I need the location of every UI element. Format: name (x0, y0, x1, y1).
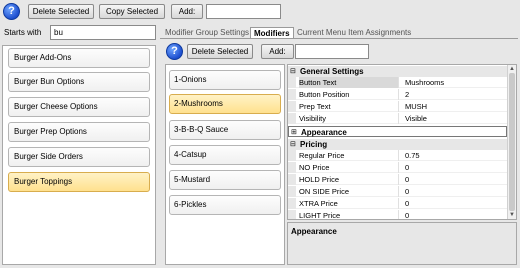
property-value[interactable]: Visible (405, 113, 505, 124)
property-row[interactable]: HOLD Price 0 (288, 174, 507, 185)
row-gutter (288, 101, 296, 112)
add-modifier-button[interactable]: Add: (261, 44, 294, 59)
group-item[interactable]: Burger Add-Ons (8, 48, 150, 68)
collapse-icon[interactable]: ⊟ (290, 66, 296, 77)
category-appearance[interactable]: ⊞ Appearance (288, 126, 507, 137)
property-value[interactable]: MUSH (405, 101, 505, 112)
modifier-item[interactable]: 1-Onions (169, 70, 281, 90)
starts-with-label: Starts with (4, 28, 42, 37)
row-gutter (288, 113, 296, 124)
row-gutter (288, 150, 296, 161)
row-gutter (288, 186, 296, 197)
property-row[interactable]: ON SIDE Price 0 (288, 186, 507, 197)
category-pricing[interactable]: ⊟ Pricing (288, 139, 507, 150)
property-row[interactable]: Button Position 2 (288, 89, 507, 100)
expand-icon[interactable]: ⊞ (291, 127, 297, 138)
group-item[interactable]: Burger Side Orders (8, 147, 150, 167)
help-icon[interactable]: ? (3, 3, 20, 20)
property-name: Prep Text (299, 101, 399, 112)
category-general-settings[interactable]: ⊟ General Settings (288, 66, 507, 77)
group-item[interactable]: Burger Cheese Options (8, 97, 150, 117)
delete-selected-modifier-button[interactable]: Delete Selected (187, 44, 253, 59)
modifier-item[interactable]: 2-Mushrooms (169, 94, 281, 114)
scroll-thumb[interactable] (509, 73, 515, 211)
modifier-item[interactable]: 3-B-B-Q Sauce (169, 120, 281, 140)
property-name: Regular Price (299, 150, 399, 161)
modifier-item[interactable]: 5-Mustard (169, 170, 281, 190)
property-name: ON SIDE Price (299, 186, 399, 197)
group-item[interactable]: Burger Toppings (8, 172, 150, 192)
modifier-list: 1-Onions 2-Mushrooms 3-B-B-Q Sauce 4-Cat… (165, 64, 285, 265)
category-label: General Settings (300, 67, 364, 76)
delete-selected-button[interactable]: Delete Selected (28, 4, 94, 19)
property-row[interactable]: NO Price 0 (288, 162, 507, 173)
property-description-panel: Appearance (287, 222, 517, 265)
property-name: LIGHT Price (299, 210, 399, 219)
property-row[interactable]: Visibility Visible (288, 113, 507, 124)
scroll-down-icon[interactable]: ▼ (508, 211, 516, 219)
add-modifier-input[interactable] (295, 44, 369, 59)
property-value[interactable]: 0 (405, 174, 505, 185)
row-gutter (288, 77, 296, 88)
modifier-group-list: Burger Add-Ons Burger Bun Options Burger… (2, 45, 156, 265)
add-group-input[interactable] (206, 4, 281, 19)
row-gutter (288, 174, 296, 185)
tab-strip-divider (160, 38, 518, 39)
property-value[interactable]: 0 (405, 162, 505, 173)
group-item[interactable]: Burger Prep Options (8, 122, 150, 142)
collapse-icon[interactable]: ⊟ (290, 139, 296, 150)
modifier-item[interactable]: 6-Pickles (169, 195, 281, 215)
scroll-up-icon[interactable]: ▲ (508, 65, 516, 73)
property-value[interactable]: 0 (405, 186, 505, 197)
row-gutter (288, 89, 296, 100)
property-row[interactable]: Regular Price 0.75 (288, 150, 507, 161)
row-gutter (288, 198, 296, 209)
property-row[interactable]: Button Text Mushrooms (288, 77, 507, 88)
property-value[interactable]: 0 (405, 198, 505, 209)
help-icon[interactable]: ? (166, 43, 183, 60)
property-value[interactable]: 0.75 (405, 150, 505, 161)
property-row[interactable]: Prep Text MUSH (288, 101, 507, 112)
description-title: Appearance (291, 227, 337, 236)
property-name: NO Price (299, 162, 399, 173)
starts-with-input[interactable] (50, 25, 156, 40)
property-value[interactable]: 0 (405, 210, 505, 219)
property-name: HOLD Price (299, 174, 399, 185)
property-value[interactable]: 2 (405, 89, 505, 100)
property-grid: ⊟ General Settings Button Text Mushrooms… (287, 64, 517, 220)
property-name: Visibility (299, 113, 399, 124)
property-name: Button Position (299, 89, 399, 100)
group-item[interactable]: Burger Bun Options (8, 72, 150, 92)
property-row[interactable]: LIGHT Price 0 (288, 210, 507, 219)
category-label: Appearance (301, 128, 347, 137)
copy-selected-button[interactable]: Copy Selected (99, 4, 165, 19)
add-button[interactable]: Add: (171, 4, 203, 19)
property-row[interactable]: XTRA Price 0 (288, 198, 507, 209)
category-label: Pricing (300, 140, 328, 149)
property-value[interactable]: Mushrooms (405, 77, 505, 88)
property-name: Button Text (299, 77, 399, 88)
property-name: XTRA Price (299, 198, 399, 209)
row-gutter (288, 210, 296, 219)
vertical-scrollbar[interactable]: ▲ ▼ (507, 65, 516, 219)
modifier-item[interactable]: 4-Catsup (169, 145, 281, 165)
row-gutter (288, 162, 296, 173)
